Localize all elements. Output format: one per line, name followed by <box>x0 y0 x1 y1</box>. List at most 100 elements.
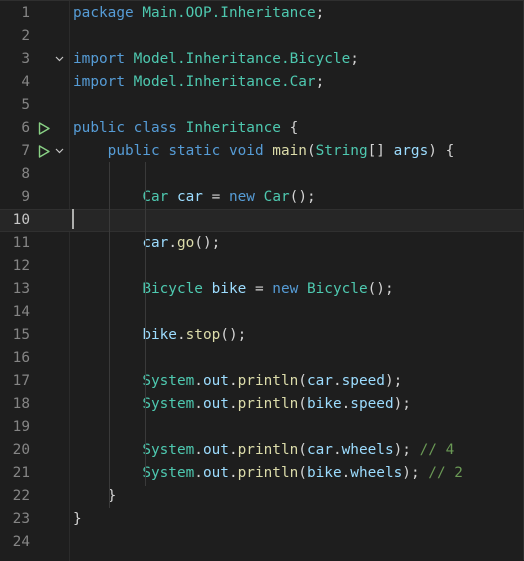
code-token: bike <box>142 327 177 343</box>
code-token: speed <box>341 373 385 389</box>
code-text[interactable]: System.out.println(bike.wheels); // 2 <box>73 462 463 485</box>
code-line[interactable]: 24 <box>0 531 524 554</box>
code-token: args <box>393 143 429 159</box>
code-token: Bicycle <box>306 281 368 297</box>
code-token: ( <box>298 373 307 389</box>
code-text[interactable]: public class Inheritance { <box>73 117 298 140</box>
code-token: Inheritance <box>185 120 281 136</box>
code-line[interactable]: 19 <box>0 416 524 439</box>
code-text[interactable]: import Model.Inheritance.Bicycle; <box>73 48 359 71</box>
code-line[interactable]: 6 public class Inheritance { <box>0 117 524 140</box>
code-line[interactable]: 8 <box>0 163 524 186</box>
run-play-icon[interactable] <box>38 122 50 135</box>
code-token: . <box>176 327 186 343</box>
code-line[interactable]: 13 Bicycle bike = new Bicycle(); <box>0 278 524 301</box>
code-line[interactable]: 2 <box>0 25 524 48</box>
code-line[interactable]: 11 car.go(); <box>0 232 524 255</box>
code-token: ( <box>298 396 307 412</box>
code-token: { <box>280 120 299 136</box>
line-number: 9 <box>21 189 30 205</box>
code-token: car <box>306 442 333 458</box>
code-token: System <box>142 373 195 389</box>
code-line[interactable]: 5 <box>0 94 524 117</box>
code-token: println <box>237 373 299 389</box>
code-token: System <box>142 396 195 412</box>
code-text[interactable]: public static void main(String[] args) { <box>73 140 455 163</box>
code-token: System <box>142 442 195 458</box>
code-editor[interactable]: 1 package Main.OOP.Inheritance; 2 3 import M… <box>0 0 524 561</box>
line-number: 5 <box>21 97 30 113</box>
code-text[interactable]: import Model.Inheritance.Car; <box>73 71 324 94</box>
code-text[interactable]: bike.stop(); <box>73 324 246 347</box>
line-number: 18 <box>12 396 30 412</box>
line-number: 4 <box>21 74 30 90</box>
line-number: 2 <box>21 28 30 44</box>
code-token: go <box>176 235 195 251</box>
code-line[interactable]: 4 import Model.Inheritance.Car; <box>0 71 524 94</box>
code-token: main <box>272 143 307 159</box>
code-text[interactable]: System.out.println(car.wheels); // 4 <box>73 439 454 462</box>
code-line[interactable]: 23} <box>0 508 524 531</box>
code-token: . <box>194 396 203 412</box>
code-token: public <box>73 120 125 136</box>
code-token: Car <box>263 189 290 205</box>
code-token: void <box>228 143 264 159</box>
code-line[interactable]: 9 Car car = new Car(); <box>0 186 524 209</box>
line-number: 16 <box>12 350 30 366</box>
code-token: class <box>133 120 177 136</box>
code-token: (); <box>220 327 247 343</box>
code-token: [] <box>367 143 394 159</box>
code-line[interactable]: 1 package Main.OOP.Inheritance; <box>0 2 524 25</box>
code-token: . <box>228 442 238 458</box>
text-cursor <box>72 209 74 229</box>
code-text[interactable]: System.out.println(car.speed); <box>73 370 402 393</box>
code-token: . <box>332 373 342 389</box>
line-number: 8 <box>21 166 30 182</box>
run-play-icon[interactable] <box>38 145 50 158</box>
code-text[interactable]: Bicycle bike = new Bicycle(); <box>73 278 393 301</box>
code-token: = <box>202 189 229 205</box>
code-text[interactable]: System.out.println(bike.speed); <box>73 393 411 416</box>
code-line[interactable]: 7 public static void main(String[] args)… <box>0 140 524 163</box>
code-line[interactable]: 17 System.out.println(car.speed); <box>0 370 524 393</box>
code-token: (); <box>289 189 316 205</box>
gutter-glyphs <box>36 117 70 140</box>
code-token: out <box>202 396 229 412</box>
chevron-down-icon[interactable] <box>55 148 64 154</box>
code-token: speed <box>350 396 394 412</box>
indent-guide-method <box>145 162 146 486</box>
code-line[interactable]: 3 import Model.Inheritance.Bicycle; <box>0 48 524 71</box>
code-line[interactable]: 21 System.out.println(bike.wheels); // 2 <box>0 462 524 485</box>
code-token: println <box>237 396 299 412</box>
line-number: 12 <box>12 258 30 274</box>
line-number: 3 <box>21 51 30 67</box>
code-token: ); <box>384 373 403 389</box>
code-text[interactable]: package Main.OOP.Inheritance; <box>73 2 324 25</box>
code-line[interactable]: 22 } <box>0 485 524 508</box>
code-line[interactable]: 15 bike.stop(); <box>0 324 524 347</box>
code-line-current[interactable]: 10 <box>0 209 524 232</box>
code-line[interactable]: 20 System.out.println(car.wheels); // 4 <box>0 439 524 462</box>
code-line[interactable]: 14 <box>0 301 524 324</box>
line-number: 22 <box>12 488 30 504</box>
code-line[interactable]: 18 System.out.println(bike.speed); <box>0 393 524 416</box>
chevron-down-icon[interactable] <box>55 56 64 62</box>
code-token: . <box>341 396 351 412</box>
line-number: 7 <box>21 143 30 159</box>
code-line[interactable]: 12 <box>0 255 524 278</box>
code-line[interactable]: 16 <box>0 347 524 370</box>
code-text[interactable]: } <box>73 508 82 531</box>
code-text[interactable]: car.go(); <box>73 232 220 255</box>
